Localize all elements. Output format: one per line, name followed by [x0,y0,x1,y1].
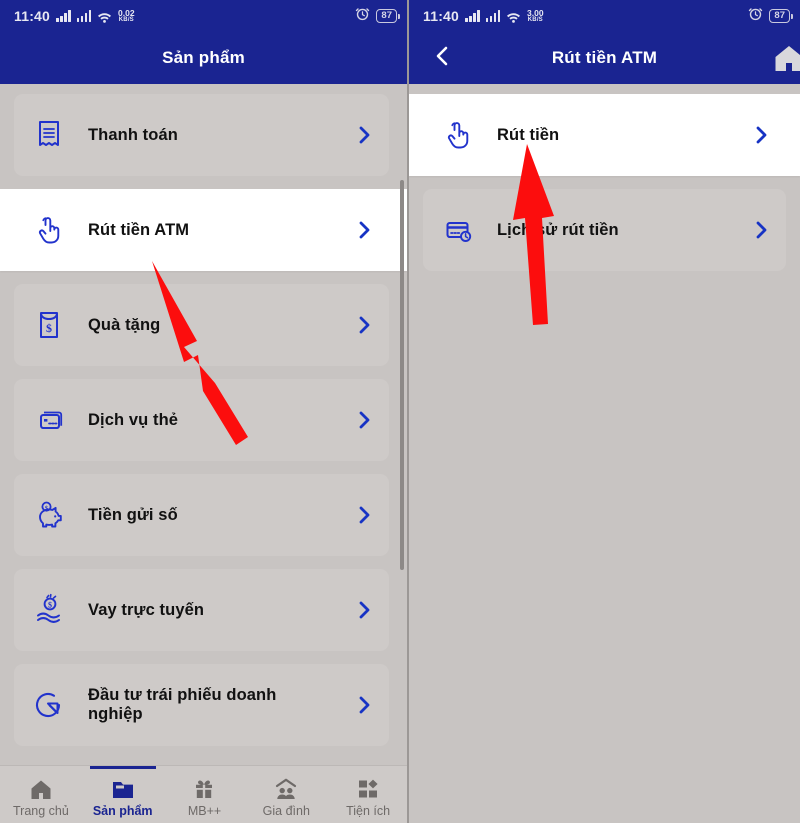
list-item-label: Vay trực tuyến [88,600,205,619]
dual-screenshot-container: 11:40 0.02 KB/S 87 Sản phẩm Thanh toán R… [0,0,800,823]
list-item-label: Quà tặng [88,315,161,334]
chevron-right-icon [357,219,373,241]
nav-item-gia-dinh[interactable]: Gia đình [245,772,327,818]
chevron-right-icon [357,599,373,621]
chevron-right-icon [357,504,373,526]
chevron-right-icon [357,409,373,431]
receipt-icon [32,118,66,152]
list-item-label: Thanh toán [88,125,178,144]
list-item-label: Tiền gửi số [88,505,178,524]
tap-hand-icon [441,118,475,152]
cards-icon [32,403,66,437]
home-icon [772,46,800,77]
left-screen: 11:40 0.02 KB/S 87 Sản phẩm Thanh toán R… [0,0,409,823]
nav-item-label: MB++ [187,803,222,818]
nav-item-tien-ich[interactable]: Tiện ích [327,772,407,818]
status-bar-right-group: 87 [748,6,793,26]
list-item-rut-tien[interactable]: Rút tiền [409,94,800,176]
list-item-thanh-toan[interactable]: Thanh toán [14,94,389,176]
list-item-label: Dịch vụ thẻ [88,410,179,429]
network-speed: 3.00 KB/S [527,9,544,24]
gift-envelope-icon: $ [32,308,66,342]
status-bar-right: 11:40 3.00 KB/S 87 [409,0,800,32]
nav-item-label: Sản phẩm [92,803,153,818]
nav-item-mb-plus-plus[interactable]: MB++ [164,772,246,818]
wifi-icon [506,10,521,23]
tap-hand-icon [32,213,66,247]
folder-icon [110,777,136,801]
nav-item-label: Gia đình [262,803,310,818]
card-clock-icon [441,213,475,247]
bond-invest-icon [32,688,66,722]
network-speed-unit: KB/S [118,17,134,24]
status-time: 11:40 [423,8,460,24]
list-item-dau-tu-trai-phieu[interactable]: Đầu tư trái phiếu doanh nghiệp [14,664,389,746]
status-bar-left-group: 11:40 0.02 KB/S [14,8,135,24]
chevron-right-icon [754,124,770,146]
signal-strength-icon-2 [485,10,501,22]
piggy-bank-icon: $ [32,498,66,532]
list-item-dich-vu-the[interactable]: Dịch vụ thẻ [14,379,389,461]
loan-hand-icon: $ [32,593,66,627]
list-item-tien-gui-so[interactable]: $ Tiền gửi số [14,474,389,556]
grid-icon [355,777,381,801]
network-speed-value: 3.00 [527,7,544,18]
right-screen: 11:40 3.00 KB/S 87 Rút tiền ATM Rút tiền… [409,0,800,823]
battery-indicator: 87 [769,9,793,23]
list-item-label: Lịch sử rút tiền [497,220,619,239]
alarm-clock-icon [355,6,370,26]
list-item-qua-tang[interactable]: $ Quà tặng [14,284,389,366]
status-time: 11:40 [14,8,51,24]
app-header-left: Sản phẩm [0,32,407,84]
nav-item-label: Tiện ích [346,803,391,818]
network-speed-value: 0.02 [118,7,135,18]
signal-strength-icon-1 [465,10,480,22]
list-item-label: Rút tiền [497,125,560,144]
page-title: Rút tiền ATM [551,48,658,67]
status-bar-left: 11:40 0.02 KB/S 87 [0,0,407,32]
family-icon [273,777,299,801]
status-bar-left-group: 11:40 3.00 KB/S [423,8,544,24]
app-header-right: Rút tiền ATM [409,32,800,84]
alarm-clock-icon [748,6,763,26]
chevron-right-icon [754,219,770,241]
chevron-right-icon [357,124,373,146]
chevron-right-icon [357,314,373,336]
list-item-label: Đầu tư trái phiếu doanh nghiệp [88,686,277,723]
chevron-right-icon [357,694,373,716]
atm-withdraw-menu: Rút tiền Lịch sử rút tiền [409,84,800,271]
network-speed-unit: KB/S [527,17,543,24]
list-item-rut-tien-atm[interactable]: Rút tiền ATM [0,189,407,271]
page-title: Sản phẩm [162,48,245,67]
back-button[interactable] [429,45,455,71]
list-item-vay-truc-tuyen[interactable]: $ Vay trực tuyến [14,569,389,651]
svg-text:$: $ [46,321,52,335]
nav-item-trang-chu[interactable]: Trang chủ [0,772,82,818]
home-icon [28,777,54,801]
nav-item-label: Trang chủ [12,803,69,818]
wifi-icon [97,10,112,23]
svg-text:$: $ [48,600,52,609]
network-speed: 0.02 KB/S [118,9,135,24]
chevron-left-icon [433,44,451,73]
home-button[interactable] [772,43,800,73]
status-bar-right-group: 87 [355,6,400,26]
signal-strength-icon-1 [56,10,71,22]
battery-indicator: 87 [376,9,400,23]
gift-icon [191,777,217,801]
list-item-lich-su-rut-tien[interactable]: Lịch sử rút tiền [423,189,786,271]
nav-item-san-pham[interactable]: Sản phẩm [82,772,164,818]
bottom-navigation-bar: Trang chủ Sản phẩm MB++ Gia đình Tiện íc… [0,765,407,823]
vertical-scrollbar[interactable] [400,180,404,570]
product-list: Thanh toán Rút tiền ATM $ Quà tặng Dịch … [0,84,407,746]
signal-strength-icon-2 [76,10,92,22]
list-item-label: Rút tiền ATM [88,220,190,239]
